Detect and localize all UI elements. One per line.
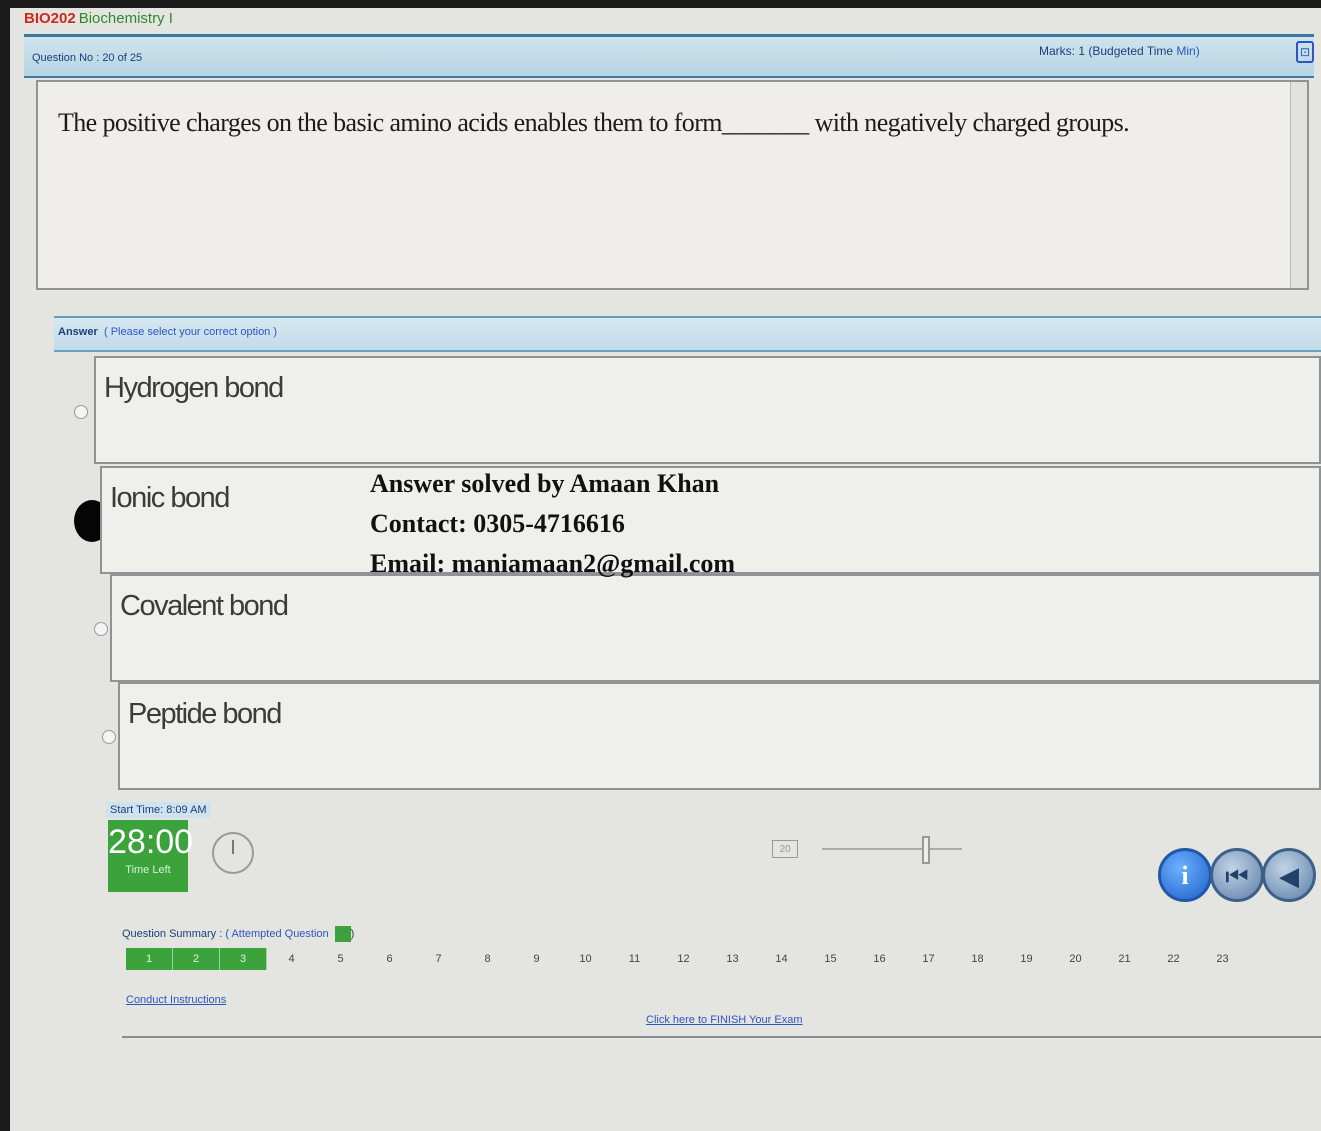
attempted-legend-label: ( Attempted Question <box>225 927 329 940</box>
question-number-cell[interactable]: 5 <box>316 948 365 970</box>
question-number-cell[interactable]: 18 <box>953 948 1002 970</box>
question-number-cell[interactable]: 1 <box>126 948 173 970</box>
divider <box>122 1036 1321 1038</box>
finish-exam-link[interactable]: Click here to FINISH Your Exam <box>646 1014 803 1026</box>
conduct-instructions-link[interactable]: Conduct Instructions <box>126 994 226 1006</box>
question-number-cell[interactable]: 23 <box>1198 948 1247 970</box>
question-number: Question No : 20 of 25 <box>32 52 143 64</box>
question-scrollbar[interactable] <box>1290 82 1307 288</box>
question-number-cell[interactable]: 10 <box>561 948 610 970</box>
time-left-value: 28:00 <box>108 823 194 861</box>
question-header-bar: Question No : 20 of 25 Marks: 1 (Budgete… <box>24 34 1314 78</box>
option-radio-3[interactable] <box>94 622 108 636</box>
question-number-cell[interactable]: 12 <box>659 948 708 970</box>
option-radio-1[interactable] <box>74 405 88 419</box>
option-label: Covalent bond <box>120 590 289 622</box>
question-number-cell[interactable]: 15 <box>806 948 855 970</box>
fullscreen-icon[interactable]: ⊡ <box>1296 41 1314 63</box>
question-number-cell[interactable]: 21 <box>1100 948 1149 970</box>
option-label: Peptide bond <box>128 698 282 730</box>
question-number-cell[interactable]: 19 <box>1002 948 1051 970</box>
exam-screen: BIO202 Biochemistry I Question No : 20 of… <box>10 8 1321 1131</box>
question-number-cell[interactable]: 11 <box>610 948 659 970</box>
answer-label: Answer <box>58 326 98 338</box>
question-slider-track[interactable] <box>822 848 962 850</box>
option-4[interactable]: Peptide bond <box>118 682 1321 790</box>
question-number-cell[interactable]: 6 <box>365 948 414 970</box>
watermark-text: Answer solved by Amaan Khan Contact: 030… <box>370 464 735 584</box>
clock-icon <box>212 832 254 874</box>
option-3[interactable]: Covalent bond <box>110 574 1321 682</box>
question-number-cell[interactable]: 16 <box>855 948 904 970</box>
option-label: Ionic bond <box>110 482 230 514</box>
question-number-cell[interactable]: 3 <box>220 948 267 970</box>
question-number-cell[interactable]: 14 <box>757 948 806 970</box>
summary-label: Question Summary : <box>122 927 226 940</box>
question-number-cell[interactable]: 20 <box>1051 948 1100 970</box>
question-number-cell[interactable]: 17 <box>904 948 953 970</box>
question-number-cell[interactable]: 7 <box>414 948 463 970</box>
course-code: BIO202 <box>24 10 76 27</box>
watermark-line-3: Email: maniamaan2@gmail.com <box>370 549 736 578</box>
question-number-cell[interactable]: 22 <box>1149 948 1198 970</box>
question-number-cell[interactable]: 9 <box>512 948 561 970</box>
time-left-box: 28:00 Time Left <box>108 820 194 892</box>
option-radio-4[interactable] <box>102 730 116 744</box>
skip-first-icon[interactable]: ⏮ <box>1210 848 1264 902</box>
bottom-panel: Start Time: 8:09 AM 28:00 Time Left 20 i… <box>102 798 1321 1038</box>
start-time: Start Time: 8:09 AM <box>106 802 211 818</box>
attempted-swatch <box>334 926 351 942</box>
attempted-legend-close: ) <box>350 927 355 940</box>
question-jump-input[interactable]: 20 <box>772 840 798 858</box>
option-label: Hydrogen bond <box>104 372 284 404</box>
option-1[interactable]: Hydrogen bond <box>94 356 1321 464</box>
marks-prefix: Marks: 1 (Budgeted Time <box>1039 44 1177 58</box>
watermark-line-1: Answer solved by Amaan Khan <box>370 469 720 498</box>
question-number-grid: 1 2 3 4 5 6 7 8 9 10 11 12 13 14 15 16 17 18 19 20 21 22 23 <box>126 948 1247 970</box>
course-title: BIO202 Biochemistry I <box>24 10 173 27</box>
question-box: The positive charges on the basic amino … <box>36 80 1309 290</box>
question-summary: Question Summary : ( Attempted Question) <box>122 926 354 942</box>
time-left-label: Time Left <box>125 864 171 876</box>
question-number-cell[interactable]: 4 <box>267 948 316 970</box>
watermark-line-2: Contact: 0305-4716616 <box>370 509 625 538</box>
question-number-cell[interactable]: 8 <box>463 948 512 970</box>
marks-unit: Min) <box>1176 44 1200 58</box>
question-slider-thumb[interactable] <box>922 836 930 864</box>
question-number-cell[interactable]: 2 <box>173 948 220 970</box>
previous-icon[interactable]: ◀ <box>1262 848 1316 902</box>
course-name: Biochemistry I <box>78 10 173 27</box>
question-number-cell[interactable]: 13 <box>708 948 757 970</box>
marks-info: Marks: 1 (Budgeted Time Min) <box>1039 44 1200 58</box>
info-icon[interactable]: i <box>1158 848 1212 902</box>
answer-header-bar: Answer ( Please select your correct opti… <box>54 316 1321 352</box>
question-text: The positive charges on the basic amino … <box>58 108 1130 137</box>
answer-hint: ( Please select your correct option ) <box>104 326 278 338</box>
